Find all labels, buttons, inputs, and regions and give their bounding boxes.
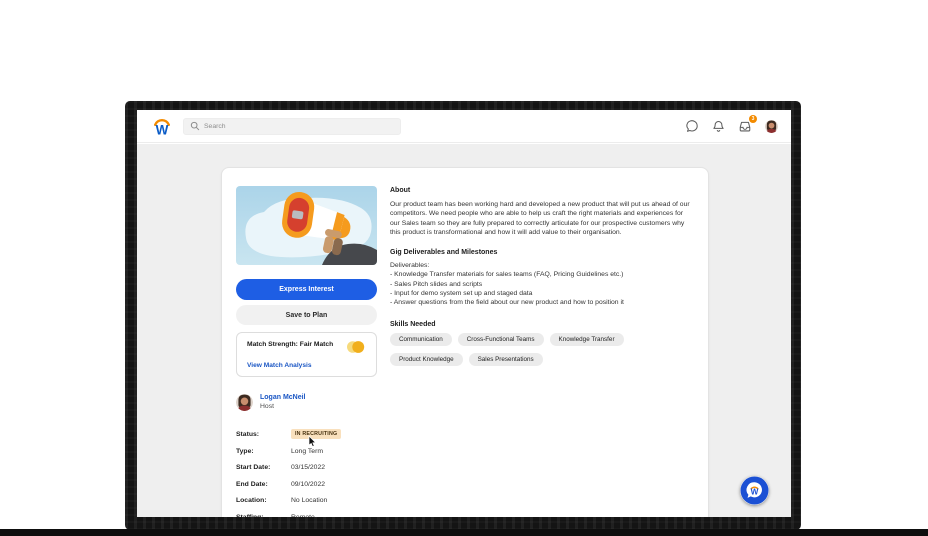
detail-row: Start Date: 03/15/2022 — [236, 464, 377, 481]
deliverable-item: - Sales Pitch slides and scripts — [390, 280, 483, 288]
top-bar: W Search 3 — [137, 110, 791, 143]
profile-avatar[interactable] — [765, 119, 778, 133]
about-heading: About — [390, 187, 411, 194]
skill-tag[interactable]: Sales Presentations — [468, 352, 543, 366]
detail-value: No Location — [291, 497, 328, 504]
logo-letter: W — [156, 122, 169, 136]
skills-heading: Skills Needed — [390, 320, 436, 328]
deliverable-item: - Knowledge Transfer materials for sales… — [390, 271, 624, 279]
gig-detail-card: Express Interest Save to Plan Match Stre… — [221, 167, 709, 517]
detail-label: Location: — [236, 497, 267, 504]
mouse-cursor — [308, 435, 317, 453]
workday-assistant-button[interactable]: W — [740, 476, 769, 505]
inbox-tray-icon[interactable]: 3 — [738, 115, 757, 133]
assistant-logo-letter: W — [751, 487, 759, 496]
host-name-link[interactable]: Logan McNeil — [260, 394, 306, 403]
view-match-analysis-link[interactable]: View Match Analysis — [247, 362, 312, 369]
gig-summary-column: Express Interest Save to Plan Match Stre… — [236, 168, 377, 517]
detail-row: Status: IN RECRUITING — [236, 429, 377, 448]
detail-row: Location: No Location — [236, 497, 377, 514]
skills-tag-list: Communication Cross-Functional Teams Knowl… — [390, 332, 680, 366]
search-icon — [190, 121, 200, 131]
search-bar[interactable] — [183, 117, 401, 135]
match-strength-label: Match Strength: Fair Match — [247, 341, 334, 348]
deliverable-item: - Input for demo system set up and stage… — [390, 290, 533, 298]
skill-tag[interactable]: Communication — [390, 332, 452, 346]
detail-value: Remote — [291, 513, 315, 518]
page-background: Express Interest Save to Plan Match Stre… — [137, 144, 791, 517]
app-window: W Search 3 Express Interest Save to Plan… — [137, 110, 791, 517]
save-to-plan-button[interactable]: Save to Plan — [236, 305, 377, 325]
detail-value: Long Term — [291, 447, 323, 455]
detail-value: 03/15/2022 — [291, 464, 326, 471]
detail-label: Staffing: — [236, 513, 264, 518]
detail-label: Start Date: — [236, 464, 271, 471]
detail-label: Type: — [236, 447, 254, 455]
detail-label: End Date: — [236, 480, 268, 488]
detail-label: Status: — [236, 431, 260, 438]
skill-tag[interactable]: Product Knowledge — [390, 352, 463, 366]
host-row: Logan McNeil Host — [236, 394, 377, 411]
detail-row: Staffing: Remote — [236, 514, 377, 518]
deliverables-intro: Deliverables: — [390, 262, 430, 270]
skill-tag[interactable]: Cross-Functional Teams — [457, 332, 544, 346]
deliverable-item: - Answer questions from the field about … — [390, 299, 624, 307]
express-interest-button[interactable]: Express Interest — [236, 279, 377, 300]
skill-tag[interactable]: Knowledge Transfer — [549, 332, 624, 346]
inbox-badge: 3 — [749, 115, 757, 123]
megaphone-illustration — [236, 186, 377, 265]
deliverables-heading: Gig Deliverables and Milestones — [390, 249, 498, 257]
gig-details-list: Status: IN RECRUITING Type: Long Term Start … — [236, 429, 377, 518]
detail-row: End Date: 09/10/2022 — [236, 481, 377, 498]
detail-row: Type: Long Term — [236, 448, 377, 465]
detail-value: 09/10/2022 — [291, 480, 326, 488]
host-role: Host — [260, 402, 274, 410]
deliverables-list: - Knowledge Transfer materials for sales… — [390, 270, 692, 307]
match-strength-card: Match Strength: Fair Match View Match An… — [236, 332, 377, 377]
workday-logo[interactable]: W — [151, 117, 173, 136]
topbar-icons: 3 — [685, 115, 778, 133]
bottom-border-strip — [0, 529, 928, 536]
match-strength-icon — [345, 340, 366, 354]
chat-bubble-icon[interactable] — [685, 119, 699, 133]
about-body: Our product team has been working hard a… — [390, 201, 690, 236]
host-avatar[interactable] — [236, 394, 253, 411]
search-input[interactable] — [204, 122, 384, 130]
bell-icon[interactable] — [712, 120, 725, 133]
gig-description-column: About Our product team has been working … — [390, 187, 692, 366]
